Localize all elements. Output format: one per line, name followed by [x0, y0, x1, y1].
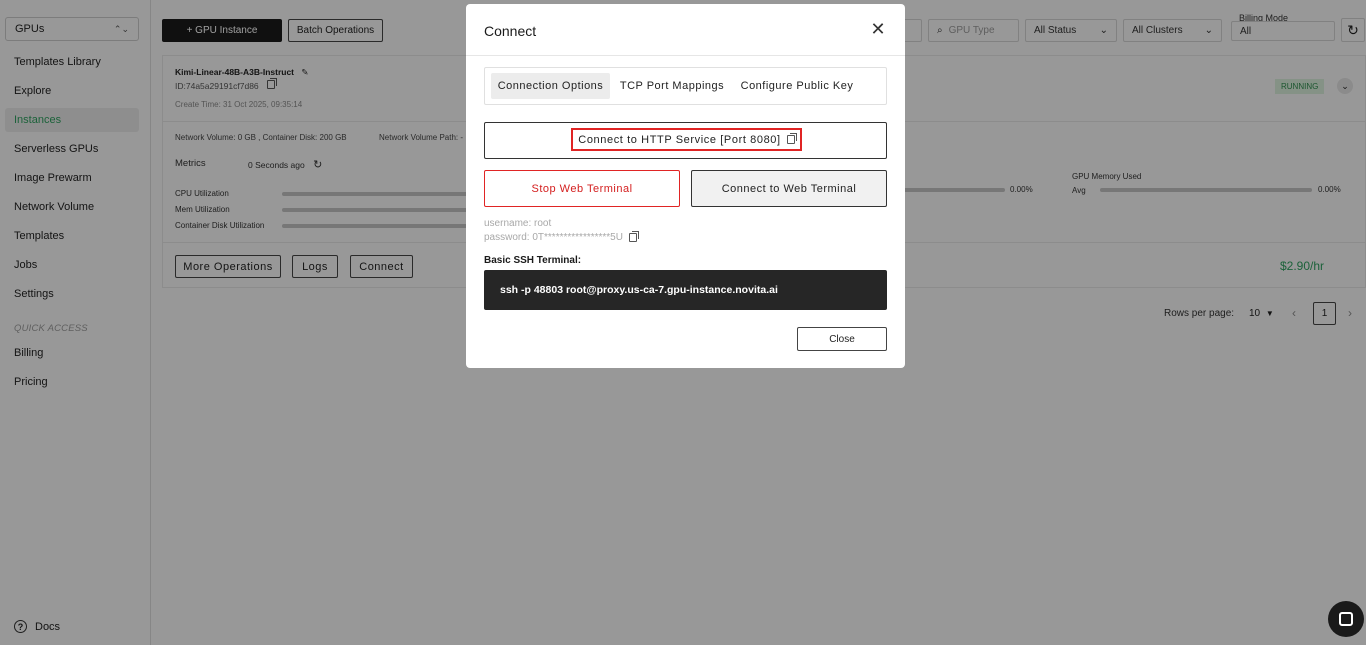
http-service-label: Connect to HTTP Service [Port 8080] — [578, 133, 781, 146]
modal-title: Connect — [484, 23, 537, 39]
connect-modal: Connect ✕ Connection Options TCP Port Ma… — [466, 4, 905, 368]
http-service-highlight[interactable]: Connect to HTTP Service [Port 8080] — [571, 128, 802, 151]
divider — [466, 55, 905, 56]
stop-web-terminal-button[interactable]: Stop Web Terminal — [484, 170, 680, 207]
username-text: username: root — [484, 218, 552, 229]
chat-support-button[interactable] — [1328, 601, 1364, 637]
ssh-command-box[interactable]: ssh -p 48803 root@proxy.us-ca-7.gpu-inst… — [484, 270, 887, 310]
ssh-terminal-label: Basic SSH Terminal: — [484, 255, 582, 266]
tab-configure-public-key[interactable]: Configure Public Key — [737, 73, 857, 99]
tab-tcp-port-mappings[interactable]: TCP Port Mappings — [617, 73, 727, 99]
copy-icon[interactable] — [786, 133, 797, 144]
copy-icon[interactable] — [628, 231, 639, 242]
close-button[interactable]: Close — [797, 327, 887, 351]
connect-tabs: Connection Options TCP Port Mappings Con… — [484, 67, 887, 105]
close-icon[interactable]: ✕ — [868, 19, 888, 39]
connect-web-terminal-button[interactable]: Connect to Web Terminal — [691, 170, 887, 207]
tab-connection-options[interactable]: Connection Options — [491, 73, 610, 99]
chat-icon — [1339, 612, 1353, 626]
password-row: password: 0T*****************5U — [484, 231, 639, 243]
password-text: password: 0T*****************5U — [484, 232, 623, 243]
connect-http-service-button[interactable]: Connect to HTTP Service [Port 8080] — [484, 122, 887, 159]
